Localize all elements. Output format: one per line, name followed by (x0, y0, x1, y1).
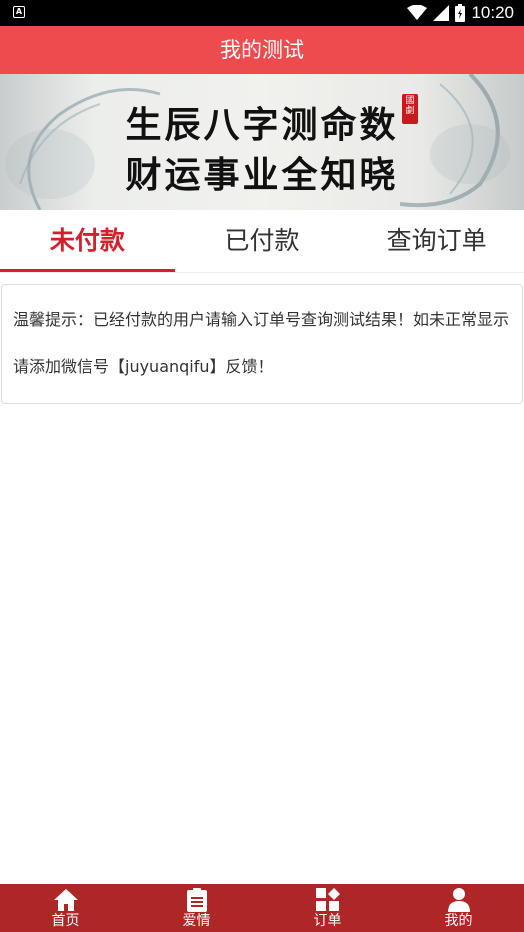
banner-line-1: 生辰八字测命数 (125, 104, 399, 146)
clock: 10:20 (471, 3, 514, 22)
nav-item-home[interactable]: 首页 (0, 884, 131, 932)
page-title: 我的测试 (0, 26, 524, 74)
tab-query-order[interactable]: 查询订单 (349, 210, 524, 272)
bottom-nav: 首页 爱情 订单 我的 (0, 884, 524, 932)
tab-bar: 未付款 已付款 查询订单 (0, 210, 524, 273)
home-icon (53, 887, 79, 913)
clipboard-icon (184, 887, 210, 913)
nav-item-mine[interactable]: 我的 (393, 884, 524, 932)
nav-item-orders[interactable]: 订单 (262, 884, 393, 932)
user-icon (446, 887, 472, 913)
nav-label-mine: 我的 (444, 913, 473, 929)
banner-line-2: 财运事业全知晓 (125, 154, 399, 196)
nav-label-love: 爱情 (182, 913, 211, 929)
nav-label-orders: 订单 (313, 913, 342, 929)
signal-icon (433, 5, 450, 21)
nav-item-love[interactable]: 爱情 (131, 884, 262, 932)
tab-paid[interactable]: 已付款 (175, 210, 350, 272)
status-bar: A 10:20 (0, 0, 524, 26)
seal-stamp: 國劇 (402, 94, 418, 124)
notice-box: 温馨提示：已经付款的用户请输入订单号查询测试结果！如未正常显示请添加微信号【ju… (1, 284, 523, 404)
banner[interactable]: 生辰八字测命数 财运事业全知晓 國劇 (0, 74, 524, 210)
status-icons: 10:20 (407, 3, 514, 23)
notice-text: 温馨提示：已经付款的用户请输入订单号查询测试结果！如未正常显示请添加微信号【ju… (13, 310, 510, 376)
notification-badge: A (13, 6, 25, 18)
tab-unpaid[interactable]: 未付款 (0, 210, 175, 272)
wifi-icon (407, 5, 428, 20)
grid-icon (315, 887, 341, 913)
nav-label-home: 首页 (51, 913, 80, 929)
battery-icon (455, 4, 466, 22)
